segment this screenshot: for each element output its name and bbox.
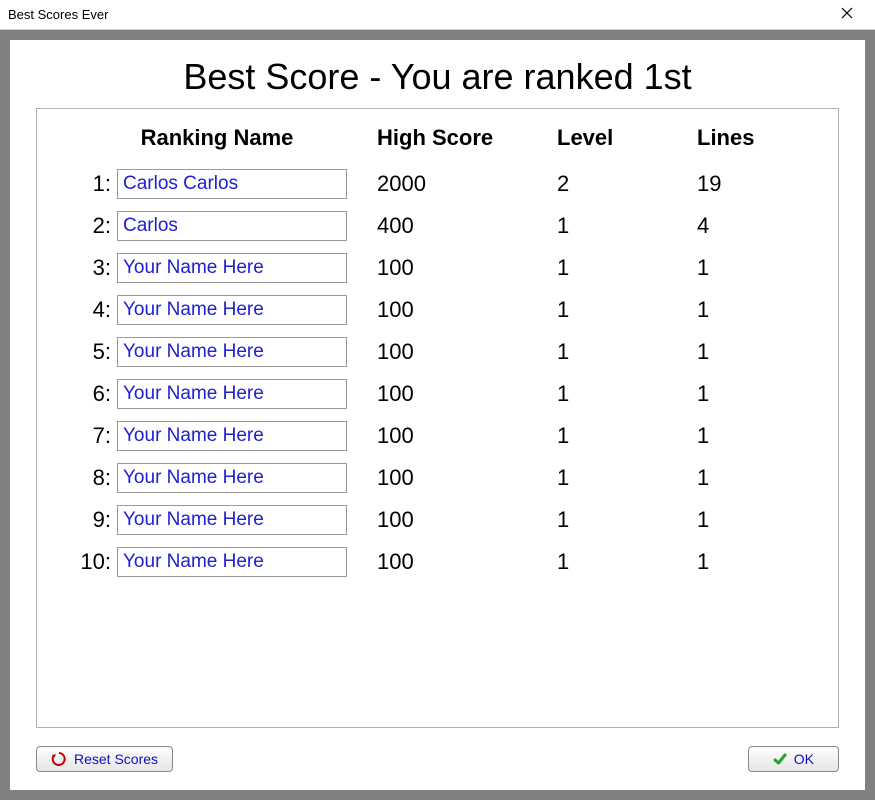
header-lines: Lines	[697, 125, 817, 157]
rank-label: 10:	[57, 549, 117, 575]
scores-grid: Ranking Name High Score Level Lines 1: 2…	[57, 125, 818, 577]
rank-label: 2:	[57, 213, 117, 239]
score-cell: 100	[377, 549, 557, 575]
level-cell: 1	[557, 213, 697, 239]
lines-cell: 1	[697, 507, 817, 533]
content-panel: Best Score - You are ranked 1st Ranking …	[10, 40, 865, 790]
lines-cell: 1	[697, 255, 817, 281]
window: Best Scores Ever Best Score - You are ra…	[0, 0, 875, 800]
level-cell: 1	[557, 549, 697, 575]
name-input[interactable]	[117, 211, 347, 241]
name-input[interactable]	[117, 295, 347, 325]
lines-cell: 1	[697, 297, 817, 323]
level-cell: 1	[557, 423, 697, 449]
level-cell: 1	[557, 339, 697, 365]
name-input[interactable]	[117, 463, 347, 493]
window-title: Best Scores Ever	[8, 7, 108, 22]
rank-label: 4:	[57, 297, 117, 323]
name-cell	[117, 463, 377, 493]
score-cell: 100	[377, 255, 557, 281]
level-cell: 1	[557, 297, 697, 323]
reset-scores-label: Reset Scores	[74, 751, 158, 767]
rank-label: 7:	[57, 423, 117, 449]
name-input[interactable]	[117, 547, 347, 577]
name-cell	[117, 211, 377, 241]
name-input[interactable]	[117, 169, 347, 199]
reset-scores-button[interactable]: Reset Scores	[36, 746, 173, 772]
name-cell	[117, 337, 377, 367]
score-cell: 100	[377, 339, 557, 365]
lines-cell: 1	[697, 381, 817, 407]
level-cell: 1	[557, 507, 697, 533]
score-cell: 100	[377, 381, 557, 407]
rank-label: 9:	[57, 507, 117, 533]
close-button[interactable]	[827, 1, 867, 29]
scores-frame: Ranking Name High Score Level Lines 1: 2…	[36, 108, 839, 728]
score-cell: 100	[377, 297, 557, 323]
name-input[interactable]	[117, 379, 347, 409]
name-input[interactable]	[117, 505, 347, 535]
lines-cell: 1	[697, 339, 817, 365]
rank-label: 5:	[57, 339, 117, 365]
level-cell: 1	[557, 255, 697, 281]
rank-label: 6:	[57, 381, 117, 407]
lines-cell: 4	[697, 213, 817, 239]
score-cell: 100	[377, 507, 557, 533]
reset-icon	[51, 751, 67, 767]
titlebar: Best Scores Ever	[0, 0, 875, 30]
header-level: Level	[557, 125, 697, 157]
name-input[interactable]	[117, 253, 347, 283]
window-body: Best Score - You are ranked 1st Ranking …	[0, 30, 875, 800]
rank-label: 3:	[57, 255, 117, 281]
page-title: Best Score - You are ranked 1st	[36, 52, 839, 108]
name-cell	[117, 295, 377, 325]
header-high-score: High Score	[377, 125, 557, 157]
score-cell: 400	[377, 213, 557, 239]
name-cell	[117, 253, 377, 283]
lines-cell: 1	[697, 549, 817, 575]
level-cell: 1	[557, 381, 697, 407]
name-cell	[117, 505, 377, 535]
rank-label: 1:	[57, 171, 117, 197]
name-cell	[117, 169, 377, 199]
score-cell: 100	[377, 423, 557, 449]
lines-cell: 1	[697, 423, 817, 449]
close-icon	[841, 6, 853, 24]
name-cell	[117, 379, 377, 409]
name-input[interactable]	[117, 337, 347, 367]
score-cell: 2000	[377, 171, 557, 197]
name-input[interactable]	[117, 421, 347, 451]
lines-cell: 19	[697, 171, 817, 197]
name-cell	[117, 547, 377, 577]
rank-label: 8:	[57, 465, 117, 491]
ok-button[interactable]: OK	[748, 746, 839, 772]
footer: Reset Scores OK	[36, 728, 839, 772]
ok-label: OK	[794, 751, 814, 767]
score-cell: 100	[377, 465, 557, 491]
level-cell: 2	[557, 171, 697, 197]
check-icon	[773, 752, 787, 766]
lines-cell: 1	[697, 465, 817, 491]
header-ranking-name: Ranking Name	[57, 125, 377, 157]
name-cell	[117, 421, 377, 451]
level-cell: 1	[557, 465, 697, 491]
